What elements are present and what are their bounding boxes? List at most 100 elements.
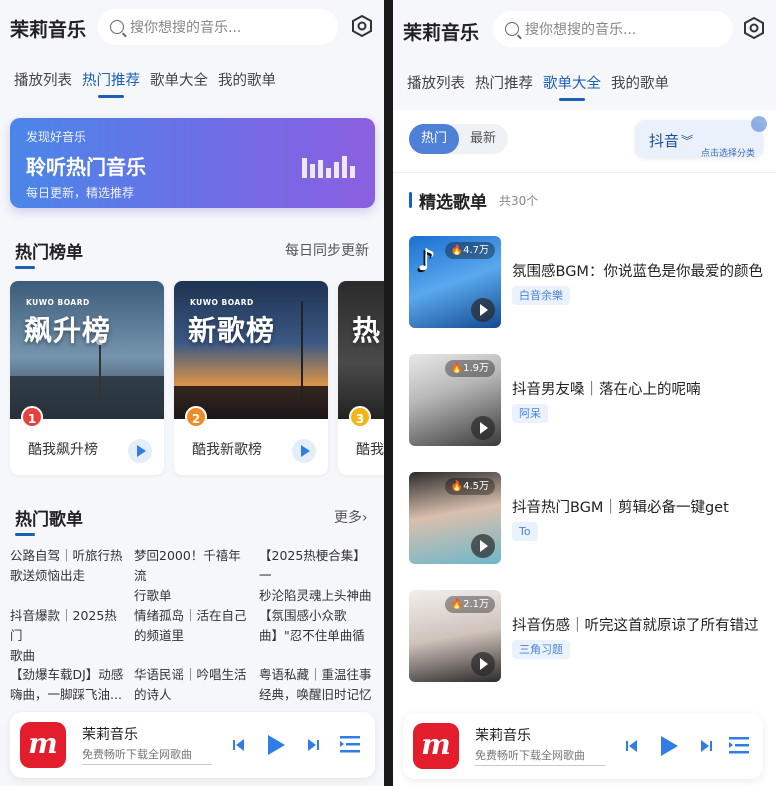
header: 茉莉音乐 搜你想搜的音乐... (0, 0, 384, 56)
chart-cover-title: 飙升榜 (24, 314, 112, 347)
tab-bar: 播放列表 热门推荐 歌单大全 我的歌单 (393, 69, 776, 105)
banner-sub: 发现好音乐 (26, 130, 87, 144)
settings-icon[interactable] (350, 14, 374, 38)
search-input[interactable]: 搜你想搜的音乐... (493, 11, 733, 47)
category-value: 抖音 (649, 132, 680, 150)
promo-banner[interactable]: 发现好音乐 聆听热门音乐 每日更新，精选推荐 (10, 118, 375, 208)
play-icon[interactable] (471, 298, 495, 322)
app-title: 茉莉音乐 (403, 22, 480, 44)
equalizer-icon (302, 156, 355, 178)
progress-line (475, 765, 605, 766)
play-count: 🔥2.1万 (444, 596, 495, 613)
chart-cover: KUWO BOARD 新歌榜 2 (174, 281, 328, 428)
playlist-item[interactable]: 【劲爆车载DJ】动感 嗨曲，一脚踩飞油... (10, 665, 124, 705)
playlist-item[interactable]: 【2025热梗合集】一 秒沦陷灵魂上头神曲 (259, 546, 373, 606)
charts-section-title: 热门榜单 (15, 238, 83, 269)
play-icon[interactable] (128, 439, 152, 463)
tab-hot[interactable]: 热门推荐 (475, 69, 533, 99)
playlist-item[interactable]: 粤语私藏｜重温往事 经典，唤醒旧时记忆 (259, 665, 373, 705)
play-icon[interactable] (658, 733, 680, 759)
list-item[interactable]: ♪ ♪ 🔥4.7万 氛围感BGM：你说蓝色是你最爱的颜色 白音余樂 (409, 236, 769, 328)
play-icon[interactable] (471, 416, 495, 440)
creator-tag: 白音余樂 (512, 286, 570, 305)
tab-all[interactable]: 歌单大全 (543, 69, 601, 101)
app-logo: m (413, 723, 459, 769)
mini-player[interactable]: m 茉莉音乐 免费畅听下载全网歌曲 (10, 712, 375, 778)
next-icon[interactable] (306, 735, 320, 755)
play-icon[interactable] (471, 534, 495, 558)
sort-hot-button[interactable]: 热门 (409, 124, 459, 154)
section-title: 精选歌单 (419, 193, 487, 213)
chart-card[interactable]: KUWO BOARD 新歌榜 2 酷我新歌榜 (174, 281, 328, 475)
header: 茉莉音乐 搜你想搜的音乐... (393, 0, 776, 56)
playlist-title: 抖音男友嗓｜落在心上的呢喃 (512, 382, 701, 398)
playlist-item[interactable]: 情绪孤岛｜活在自己 的频道里 (134, 606, 248, 646)
app-title: 茉莉音乐 (10, 19, 87, 41)
playlist-item[interactable]: 抖音爆款｜2025热门 歌曲 (10, 606, 124, 666)
creator-tag: 阿呆 (512, 404, 548, 423)
player-subtitle: 免费畅听下载全网歌曲 (475, 749, 585, 762)
rank-badge: 2 (185, 406, 207, 428)
previous-icon[interactable] (232, 735, 246, 755)
play-icon[interactable] (265, 732, 287, 758)
chart-card[interactable]: KUWO BOARD 飙升榜 1 酷我飙升榜 (10, 281, 164, 475)
creator-tag: 三角习题 (512, 640, 570, 659)
playlist-icon[interactable] (729, 734, 749, 756)
tab-playlist[interactable]: 播放列表 (407, 69, 465, 99)
left-screen: 茉莉音乐 搜你想搜的音乐... 播放列表 热门推荐 歌单大全 我的歌单 发现好音… (0, 0, 384, 786)
search-icon (110, 20, 124, 34)
chart-card[interactable]: 热 3 酷我 (338, 281, 384, 475)
banner-desc: 每日更新，精选推荐 (26, 186, 135, 200)
chart-cover: 热 3 (338, 281, 384, 428)
player-subtitle: 免费畅听下载全网歌曲 (82, 748, 192, 761)
settings-icon[interactable] (742, 16, 766, 40)
play-icon[interactable] (292, 439, 316, 463)
search-placeholder: 搜你想搜的音乐... (525, 22, 637, 38)
chart-name: 酷我飙升榜 (28, 442, 98, 458)
previous-icon[interactable] (625, 736, 639, 756)
chart-cover: KUWO BOARD 飙升榜 1 (10, 281, 164, 428)
tab-mine[interactable]: 我的歌单 (611, 69, 669, 99)
player-title: 茉莉音乐 (82, 727, 138, 743)
sort-new-button[interactable]: 最新 (458, 124, 508, 154)
playlist-title: 氛围感BGM：你说蓝色是你最爱的颜色 (512, 264, 763, 280)
play-count: 🔥4.5万 (444, 478, 495, 495)
more-link[interactable]: 更多› (334, 507, 368, 527)
search-placeholder: 搜你想搜的音乐... (130, 20, 242, 36)
tab-playlist[interactable]: 播放列表 (14, 66, 72, 96)
list-item[interactable]: 🔥2.1万 抖音伤感｜听完这首就原谅了所有错过 三角习题 (409, 590, 769, 682)
search-input[interactable]: 搜你想搜的音乐... (98, 9, 338, 45)
playlist-item[interactable]: 公路自驾｜听旅行热 歌送烦恼出走 (10, 546, 124, 586)
player-title: 茉莉音乐 (475, 728, 531, 744)
chart-cover-title: 新歌榜 (188, 314, 276, 347)
progress-line (82, 764, 212, 765)
list-item[interactable]: 🔥1.9万 抖音男友嗓｜落在心上的呢喃 阿呆 (409, 354, 769, 446)
next-icon[interactable] (699, 736, 713, 756)
chart-brand: KUWO BOARD (26, 298, 90, 307)
tab-all[interactable]: 歌单大全 (150, 66, 208, 96)
search-icon (505, 22, 519, 36)
tab-hot[interactable]: 热门推荐 (82, 66, 140, 98)
chart-brand: KUWO BOARD (190, 298, 254, 307)
category-selector[interactable]: 抖音 ︾ 点击选择分类 (635, 116, 767, 159)
section-count: 共30个 (499, 194, 539, 208)
play-count: 🔥4.7万 (444, 242, 495, 259)
chart-cover-title: 热 (352, 314, 382, 347)
playlist-title: 抖音伤感｜听完这首就原谅了所有错过 (512, 618, 759, 634)
chart-name: 酷我 (356, 442, 384, 458)
right-screen: 茉莉音乐 搜你想搜的音乐... 播放列表 热门推荐 歌单大全 我的歌单 热门 最… (393, 0, 776, 786)
tab-mine[interactable]: 我的歌单 (218, 66, 276, 96)
list-item[interactable]: 🔥4.5万 抖音热门BGM｜剪辑必备一键get To (409, 472, 769, 564)
chevron-down-icon: ︾ (681, 134, 694, 148)
playlist-item[interactable]: 【氛围感小众歌 曲】"忍不住单曲循 (259, 606, 373, 646)
playlist-item[interactable]: 梦回2000！千禧年流 行歌单 (134, 546, 248, 606)
rank-badge: 3 (349, 406, 371, 428)
mini-player[interactable]: m 茉莉音乐 免费畅听下载全网歌曲 (403, 713, 763, 779)
playlist-icon[interactable] (340, 733, 360, 755)
svg-text:♪: ♪ (417, 243, 436, 278)
playlist-cover: ♪ ♪ 🔥4.7万 (409, 236, 501, 328)
playlist-cover: 🔥4.5万 (409, 472, 501, 564)
category-hint: 点击选择分类 (700, 149, 755, 159)
playlist-item[interactable]: 华语民谣｜吟唱生活 的诗人 (134, 665, 248, 705)
play-icon[interactable] (471, 652, 495, 676)
